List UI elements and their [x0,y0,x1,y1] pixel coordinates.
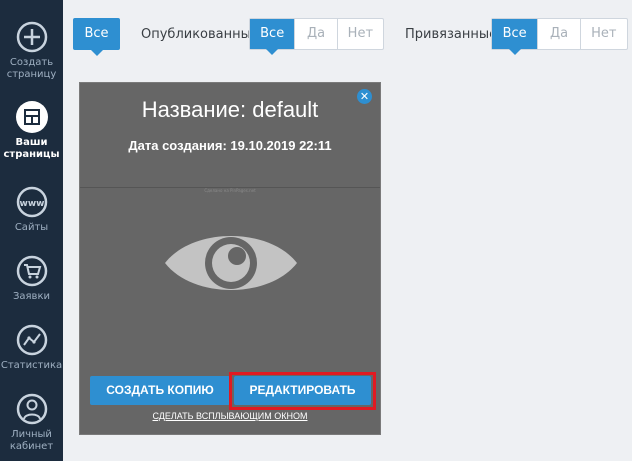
published-option-no[interactable]: Нет [336,19,383,49]
linked-filter-label: Привязанные [405,27,498,42]
filter-all-label: Все [84,26,109,41]
sidebar-item-create-page[interactable]: Создать страницу [0,20,63,81]
published-option-yes[interactable]: Да [294,19,336,49]
cart-icon [16,255,47,287]
published-option-all[interactable]: Все [250,19,295,55]
page-card: ✕ Название: default Дата создания: 19.10… [79,82,381,435]
creation-date: Дата создания: 19.10.2019 22:11 [128,138,332,153]
pages-icon [15,101,48,133]
option-label: Все [260,26,285,41]
eye-preview-icon[interactable] [163,225,299,301]
create-copy-button[interactable]: СОЗДАТЬ КОПИЮ [90,376,230,405]
make-popup-link[interactable]: СДЕЛАТЬ ВСПЛЫВАЮЩИМ ОКНОМ [80,411,380,421]
caret-down-icon [508,49,521,55]
sidebar-item-statistics[interactable]: Статистика [0,323,63,372]
sidebar-item-label: кабинет [9,441,54,452]
caret-down-icon [266,49,279,55]
linked-option-no[interactable]: Нет [579,19,627,49]
published-filter-label: Опубликованные [141,27,259,42]
linked-filter-group: Все Да Нет [491,18,628,55]
sidebar-item-your-pages[interactable]: Ваши страницы [0,100,63,161]
svg-text:www: www [19,199,44,209]
sidebar-item-label: Статистика [0,360,63,371]
sidebar-item-label: Создать [9,57,54,68]
sidebar-item-label: Сайты [14,222,49,233]
plus-circle-icon [16,21,47,53]
linked-option-all[interactable]: Все [492,19,538,55]
filter-all-button[interactable]: Все [73,18,120,56]
sidebar-item-label: Ваши [15,137,48,148]
sidebar-item-label: Личный [11,429,52,440]
page-title: Название: default [141,97,319,122]
user-icon [16,393,47,425]
sidebar-item-orders[interactable]: Заявки [0,254,63,303]
stats-icon [16,324,47,356]
sidebar-item-account[interactable]: Личный кабинет [0,392,63,453]
sidebar-item-label: Заявки [13,291,50,302]
option-label: Все [502,26,527,41]
published-filter-group: Все Да Нет [249,18,384,55]
www-icon: www [16,186,47,218]
sidebar: Создать страницу Ваши страницы www Сайты… [0,0,63,461]
preview-caption: Сделано на PinPages.net [204,188,256,193]
linked-option-yes[interactable]: Да [537,19,579,49]
sidebar-item-label: страницу [6,69,57,80]
edit-button[interactable]: РЕДАКТИРОВАТЬ [234,376,371,405]
sidebar-item-sites[interactable]: www Сайты [0,185,63,234]
sidebar-item-label: страницы [3,149,60,160]
caret-down-icon [90,50,103,56]
